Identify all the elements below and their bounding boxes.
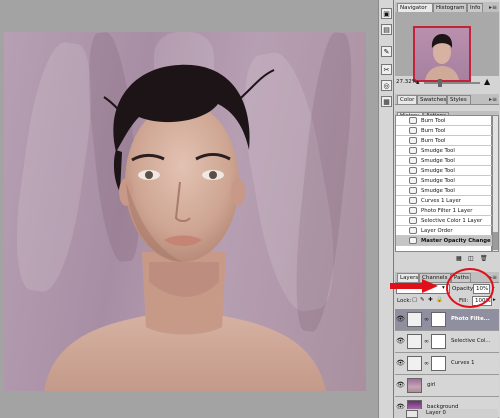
layer-thumbnail[interactable] xyxy=(407,378,422,393)
layer-name[interactable]: Layer 0 xyxy=(426,410,446,416)
history-item[interactable]: Smudge Tool xyxy=(396,146,492,156)
layer-mask-thumbnail[interactable] xyxy=(431,334,446,349)
chain-link-icon[interactable]: ∞ xyxy=(424,316,429,323)
brush-icon xyxy=(409,117,417,124)
history-scrollbar-thumb[interactable] xyxy=(493,232,498,250)
layer-row-layer0[interactable]: Layer 0 xyxy=(394,409,498,418)
tab-color[interactable]: Color xyxy=(397,95,417,104)
history-item[interactable]: Smudge Tool xyxy=(396,166,492,176)
history-item[interactable]: Burn Tool xyxy=(396,126,492,136)
history-item[interactable]: Burn Tool xyxy=(396,136,492,146)
clone-source-icon[interactable]: ◎ xyxy=(381,80,392,91)
layer-row-curves[interactable]: 👁 ∞ Curves 1 xyxy=(395,353,499,375)
layer-icon xyxy=(409,197,417,204)
layer-mask-thumbnail[interactable] xyxy=(431,356,446,371)
panel-toolstrip: ▣ ▤ ✎ ✂ ◎ ▦ xyxy=(378,0,393,418)
lock-position-icon[interactable]: ✚ xyxy=(428,297,433,303)
layer-icon xyxy=(409,217,417,224)
smudge-icon xyxy=(409,187,417,194)
history-list[interactable]: Burn Tool Burn Tool Burn Tool Smudge Too… xyxy=(395,115,492,252)
layer-row-photo-filter[interactable]: 👁 ∞ Photo Filte... xyxy=(395,309,499,331)
tab-navigator[interactable]: Navigator xyxy=(397,3,433,12)
smudge-icon xyxy=(409,147,417,154)
new-snapshot-icon[interactable]: ▦ xyxy=(456,255,462,262)
tab-swatches[interactable]: Swatches xyxy=(417,95,447,104)
smudge-icon xyxy=(409,177,417,184)
history-item[interactable]: Smudge Tool xyxy=(396,156,492,166)
zoom-in-icon[interactable]: ▲ xyxy=(484,77,490,86)
layer-icon xyxy=(409,237,417,244)
history-item[interactable]: Selective Color 1 Layer xyxy=(396,216,492,226)
eye-icon[interactable]: 👁 xyxy=(396,359,405,367)
chain-link-icon[interactable]: ∞ xyxy=(424,338,429,345)
chevron-down-icon: ▾ xyxy=(442,285,445,291)
portrait-image xyxy=(44,64,326,391)
history-item[interactable]: Burn Tool xyxy=(396,116,492,126)
trash-icon[interactable]: 🗑 xyxy=(480,255,488,262)
navigator-zoom-value[interactable]: 27.32% xyxy=(396,79,417,85)
zoom-out-icon[interactable]: ▴ xyxy=(416,78,420,86)
eye-icon[interactable]: 👁 xyxy=(396,315,405,323)
tab-styles[interactable]: Styles xyxy=(447,95,471,104)
panel-dock: Navigator Histogram Info ▸≡ 27.32% ▴ ▲ C… xyxy=(393,0,500,418)
layer-name[interactable]: girl xyxy=(427,382,435,388)
history-item-selected[interactable]: Master Opacity Change xyxy=(396,236,492,246)
tab-histogram[interactable]: Histogram xyxy=(433,3,467,12)
color-tab-row: Color Swatches Styles ▸≡ xyxy=(395,94,499,105)
navigator-toggle-icon[interactable]: ▣ xyxy=(381,8,392,19)
navigator-view-box[interactable] xyxy=(413,26,471,82)
curves-adjustment-icon xyxy=(407,356,422,371)
new-document-icon[interactable]: ◫ xyxy=(468,255,474,262)
photo-filter-adjustment-icon xyxy=(407,312,422,327)
history-item[interactable]: Photo Filter 1 Layer xyxy=(396,206,492,216)
annotation-circle xyxy=(446,268,494,308)
eye-icon[interactable]: 👁 xyxy=(396,381,405,389)
history-item[interactable]: Curves 1 Layer xyxy=(396,196,492,206)
history-item[interactable]: Layer Order xyxy=(396,226,492,236)
lock-label: Lock: xyxy=(397,298,412,304)
layer-icon xyxy=(409,227,417,234)
navigator-preview-area xyxy=(395,12,499,82)
layer-name[interactable]: Photo Filte... xyxy=(451,316,490,322)
history-item[interactable]: Smudge Tool xyxy=(396,176,492,186)
document-workspace[interactable] xyxy=(0,0,378,418)
lock-transparency-icon[interactable]: ▢ xyxy=(412,297,417,303)
layer-thumbnail[interactable] xyxy=(406,410,418,418)
history-item[interactable]: Smudge Tool xyxy=(396,186,492,196)
panel-menu-icon[interactable]: ▸≡ xyxy=(489,95,497,104)
histogram-toggle-icon[interactable]: ▤ xyxy=(381,24,392,35)
tab-info[interactable]: Info xyxy=(467,3,483,12)
layer-icon xyxy=(409,207,417,214)
layer-comps-icon[interactable]: ▦ xyxy=(381,96,392,107)
layer-row-selective-color[interactable]: 👁 ∞ Selective Col... xyxy=(395,331,499,353)
navigator-zoom-slider[interactable] xyxy=(424,82,480,84)
eye-icon[interactable]: 👁 xyxy=(396,337,405,345)
smudge-icon xyxy=(409,157,417,164)
selective-color-adjustment-icon xyxy=(407,334,422,349)
navigator-zoom-slider-knob[interactable] xyxy=(438,79,442,87)
layer-mask-thumbnail[interactable] xyxy=(431,312,446,327)
layer-name[interactable]: Curves 1 xyxy=(451,360,474,366)
panel-menu-icon[interactable]: ▸≡ xyxy=(489,3,497,12)
annotation-arrow-icon xyxy=(390,279,438,293)
smudge-icon xyxy=(409,167,417,174)
lock-all-icon[interactable]: 🔒 xyxy=(436,297,443,303)
tool-preset-icon[interactable]: ✂ xyxy=(381,64,392,75)
layer-row-girl[interactable]: 👁 girl xyxy=(395,375,499,397)
fill-slider-icon[interactable]: ▸ xyxy=(493,297,496,303)
layer-name[interactable]: Selective Col... xyxy=(451,338,490,344)
chain-link-icon[interactable]: ∞ xyxy=(424,360,429,367)
brush-icon xyxy=(409,127,417,134)
navigator-thumbnail-icon xyxy=(425,34,459,80)
brush-icon xyxy=(409,137,417,144)
brush-preset-icon[interactable]: ✎ xyxy=(381,46,392,57)
lock-image-icon[interactable]: ✎ xyxy=(420,297,425,303)
document-canvas[interactable] xyxy=(4,32,366,391)
